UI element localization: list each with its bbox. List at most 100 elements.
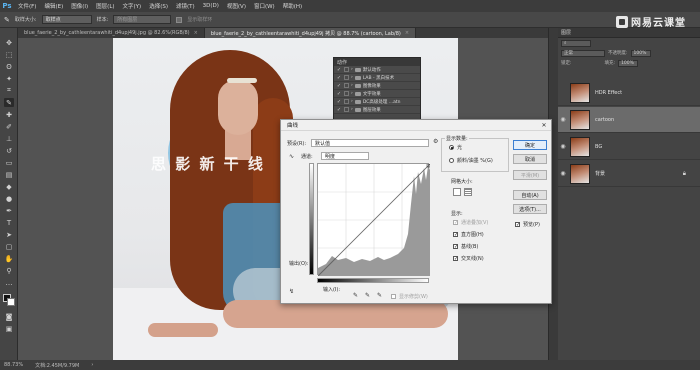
path-select-tool-icon[interactable]: ➤ (4, 230, 14, 239)
check-icon[interactable]: ✓ (336, 99, 342, 105)
curve-graph-svg[interactable] (317, 163, 431, 277)
close-icon[interactable]: × (194, 30, 198, 36)
menu-layer[interactable]: 图层(L) (92, 2, 118, 10)
menu-edit[interactable]: 编辑(E) (40, 2, 67, 10)
hand-tool-icon[interactable]: ✋ (4, 254, 14, 263)
eye-icon[interactable]: ◉ (558, 170, 568, 177)
preview-checkbox[interactable]: ✓ (515, 222, 520, 228)
menu-help[interactable]: 帮助(H) (279, 2, 306, 10)
baseline-checkbox[interactable]: ✓ (453, 244, 458, 250)
lasso-tool-icon[interactable]: ʘ (4, 62, 14, 71)
marquee-tool-icon[interactable]: ⬚ (4, 50, 14, 59)
check-icon[interactable]: ✓ (336, 91, 342, 97)
gray-point-eyedropper-icon[interactable]: ✎ (365, 292, 370, 299)
preset-select[interactable]: 默认值 (311, 139, 429, 147)
close-icon[interactable]: ✕ (540, 122, 548, 129)
status-arrow-icon[interactable]: › (91, 362, 93, 368)
layer-row-cartoon[interactable]: ◉ cartoon (558, 107, 700, 133)
action-set-row[interactable]: ✓ › 图层效果 (334, 106, 420, 114)
close-icon[interactable]: × (405, 30, 409, 36)
action-set-row[interactable]: ✓ › DC高级处理 ...atn (334, 98, 420, 106)
preset-options-icon[interactable]: ⚙ (433, 138, 438, 145)
auto-button[interactable]: 自动(A) (513, 190, 547, 200)
show-ring-checkbox[interactable] (176, 16, 183, 23)
photoshop-logo[interactable]: Ps (0, 0, 14, 12)
dodge-tool-icon[interactable]: ● (4, 194, 14, 203)
gradient-tool-icon[interactable]: ▤ (4, 170, 14, 179)
check-icon[interactable]: ✓ (336, 83, 342, 89)
chevron-right-icon[interactable]: › (351, 91, 353, 96)
check-icon[interactable]: ✓ (336, 75, 342, 81)
dialog-toggle[interactable] (344, 75, 349, 80)
action-set-row[interactable]: ✓ › 默认动作 (334, 66, 420, 74)
show-clipping-checkbox[interactable] (391, 294, 396, 299)
channel-select[interactable]: 明度 (321, 152, 369, 160)
black-point-eyedropper-icon[interactable]: ✎ (353, 292, 358, 299)
eyedropper-icon[interactable]: ✎ (4, 16, 10, 24)
curve-adjust-icon[interactable]: ∿ (289, 153, 294, 160)
menu-filter[interactable]: 滤镜(T) (172, 2, 199, 10)
cancel-button[interactable]: 取消 (513, 154, 547, 164)
chevron-right-icon[interactable]: › (351, 67, 353, 72)
shape-tool-icon[interactable]: ▢ (4, 242, 14, 251)
history-brush-tool-icon[interactable]: ↺ (4, 146, 14, 155)
check-icon[interactable]: ✓ (336, 107, 342, 113)
screen-mode-icon[interactable]: ▣ (4, 324, 14, 333)
quick-select-tool-icon[interactable]: ✦ (4, 74, 14, 83)
menu-image[interactable]: 图像(I) (67, 2, 92, 10)
eraser-tool-icon[interactable]: ▭ (4, 158, 14, 167)
intersection-checkbox[interactable]: ✓ (453, 256, 458, 262)
eyedropper-tool-icon[interactable]: ✎ (4, 98, 14, 107)
simple-grid-button[interactable] (453, 188, 461, 196)
light-radio[interactable] (449, 145, 454, 150)
menu-3d[interactable]: 3D(D) (199, 3, 223, 9)
dialog-toggle[interactable] (344, 99, 349, 104)
zoom-level[interactable]: 88.73% (4, 362, 23, 368)
menu-select[interactable]: 选择(S) (145, 2, 172, 10)
action-set-row[interactable]: ✓ › 文字效果 (334, 90, 420, 98)
smooth-button[interactable]: 平滑(M) (513, 170, 547, 180)
menu-type[interactable]: 文字(Y) (119, 2, 146, 10)
menu-file[interactable]: 文件(F) (14, 2, 40, 10)
check-icon[interactable]: ✓ (336, 67, 342, 73)
dialog-toggle[interactable] (344, 67, 349, 72)
more-tools-icon[interactable]: … (4, 278, 14, 287)
dialog-toggle[interactable] (344, 83, 349, 88)
eye-icon[interactable]: ◉ (558, 143, 568, 150)
blur-tool-icon[interactable]: ◆ (4, 182, 14, 191)
fill-input[interactable]: 100% (618, 59, 639, 67)
chevron-right-icon[interactable]: › (351, 99, 353, 104)
zoom-tool-icon[interactable]: ⚲ (4, 266, 14, 275)
tab-document-1[interactable]: blue_faerie_2_by_cathleentarawhiti_d4upj… (18, 28, 205, 38)
pigment-radio[interactable] (449, 158, 454, 163)
sample-select[interactable]: 所有图层 (113, 15, 172, 24)
layer-row-hdr-effect[interactable]: HDR Effect (558, 80, 700, 106)
quick-mask-icon[interactable]: ◙ (4, 312, 14, 321)
dialog-toggle[interactable] (344, 91, 349, 96)
layer-row-bg[interactable]: ◉ BG (558, 134, 700, 160)
pen-tool-icon[interactable]: ✒ (4, 206, 14, 215)
brush-tool-icon[interactable]: ✐ (4, 122, 14, 131)
action-set-row[interactable]: ✓ › LAB - 黑白技术 (334, 74, 420, 82)
channel-overlay-checkbox[interactable]: ✓ (453, 220, 458, 226)
sample-size-select[interactable]: 取样点 (41, 15, 92, 24)
blend-mode-select[interactable]: 正常 (561, 49, 605, 57)
tab-document-2[interactable]: blue_faerie_2_by_cathleentarawhiti_d4upj… (204, 28, 417, 38)
curve-graph[interactable] (317, 163, 431, 277)
layer-filter-select[interactable]: ⌕ (561, 39, 591, 47)
white-point-eyedropper-icon[interactable]: ✎ (377, 292, 382, 299)
dialog-toggle[interactable] (344, 107, 349, 112)
chevron-right-icon[interactable]: › (351, 107, 353, 112)
chevron-right-icon[interactable]: › (351, 75, 353, 80)
healing-brush-tool-icon[interactable]: ✚ (4, 110, 14, 119)
ok-button[interactable]: 确定 (513, 140, 547, 150)
move-tool-icon[interactable]: ✥ (4, 38, 14, 47)
detailed-grid-button[interactable] (464, 188, 472, 196)
menu-view[interactable]: 视图(V) (223, 2, 250, 10)
opacity-input[interactable]: 100% (630, 49, 651, 57)
auto-curve-icon[interactable]: ↯ (289, 288, 294, 295)
menu-window[interactable]: 窗口(W) (250, 2, 279, 10)
chevron-right-icon[interactable]: › (351, 83, 353, 88)
clone-stamp-tool-icon[interactable]: ⊥ (4, 134, 14, 143)
layer-row-background[interactable]: ◉ 背景 🔒︎ (558, 161, 700, 187)
